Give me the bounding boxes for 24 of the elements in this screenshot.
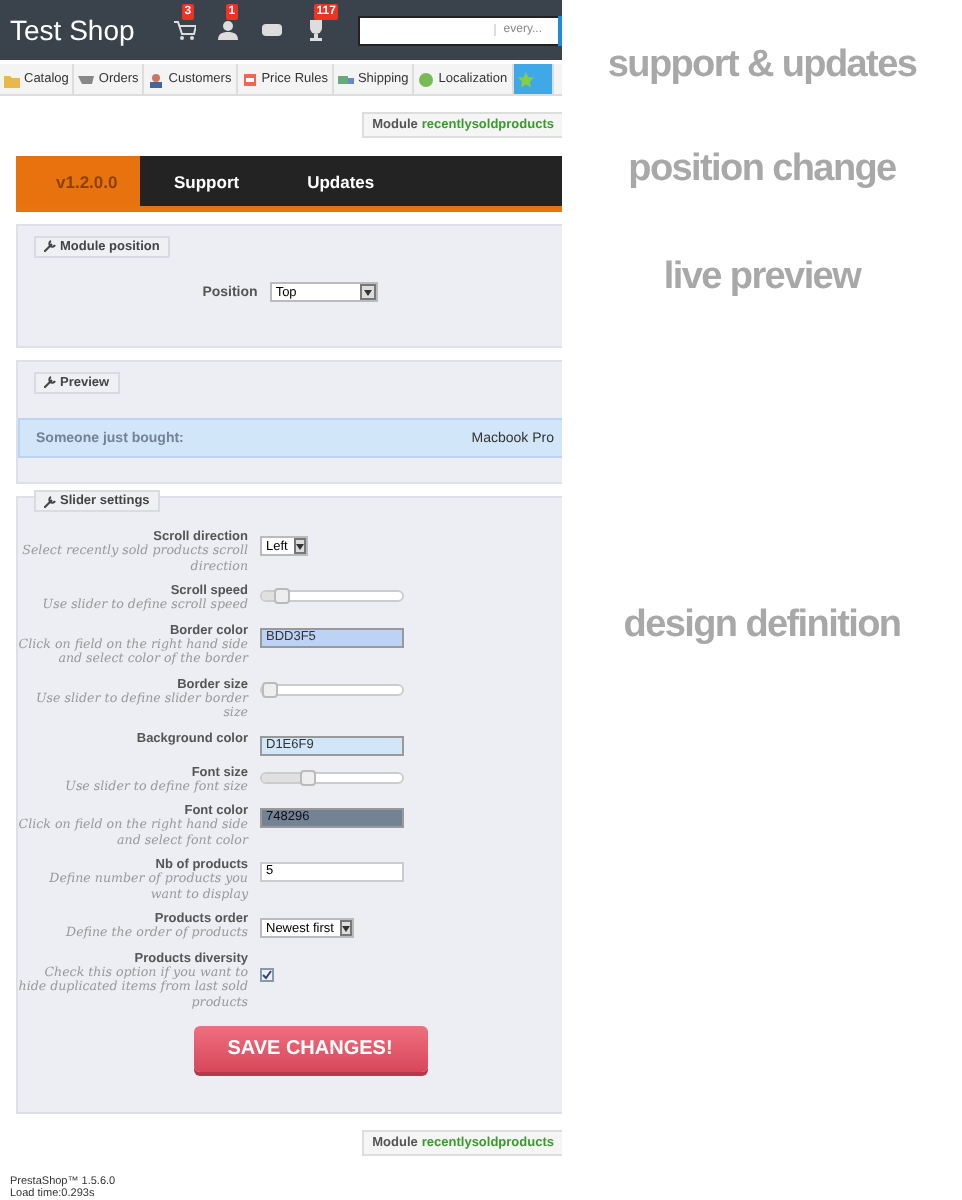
feature-caption: position change: [628, 148, 896, 192]
wrench-icon: [44, 495, 56, 508]
slider-track[interactable]: [260, 771, 404, 784]
dropdown-arrow-icon[interactable]: [339, 920, 352, 937]
dropdown-arrow-icon[interactable]: [359, 284, 376, 301]
feature-caption: support & updates: [607, 44, 917, 88]
feature-caption: design definition: [623, 604, 901, 648]
tab[interactable]: Support: [140, 155, 274, 207]
folder-icon: [4, 71, 20, 87]
wrench-icon: [44, 376, 56, 389]
person-icon: [148, 71, 165, 87]
slider-track[interactable]: [260, 590, 404, 603]
person-icon[interactable]: [216, 18, 241, 42]
slider-track[interactable]: [260, 683, 404, 696]
slider-handle[interactable]: [299, 769, 316, 786]
shop-title: Test Shop: [10, 14, 135, 46]
star-icon: [517, 71, 534, 87]
slider-handle[interactable]: [274, 588, 291, 605]
dropdown-arrow-icon[interactable]: [293, 538, 306, 555]
feature-caption: live preview: [663, 256, 861, 300]
tab[interactable]: Updates: [273, 155, 409, 207]
wrench-icon: [44, 240, 56, 253]
slider-handle[interactable]: [262, 681, 278, 698]
checkbox[interactable]: [260, 967, 274, 982]
